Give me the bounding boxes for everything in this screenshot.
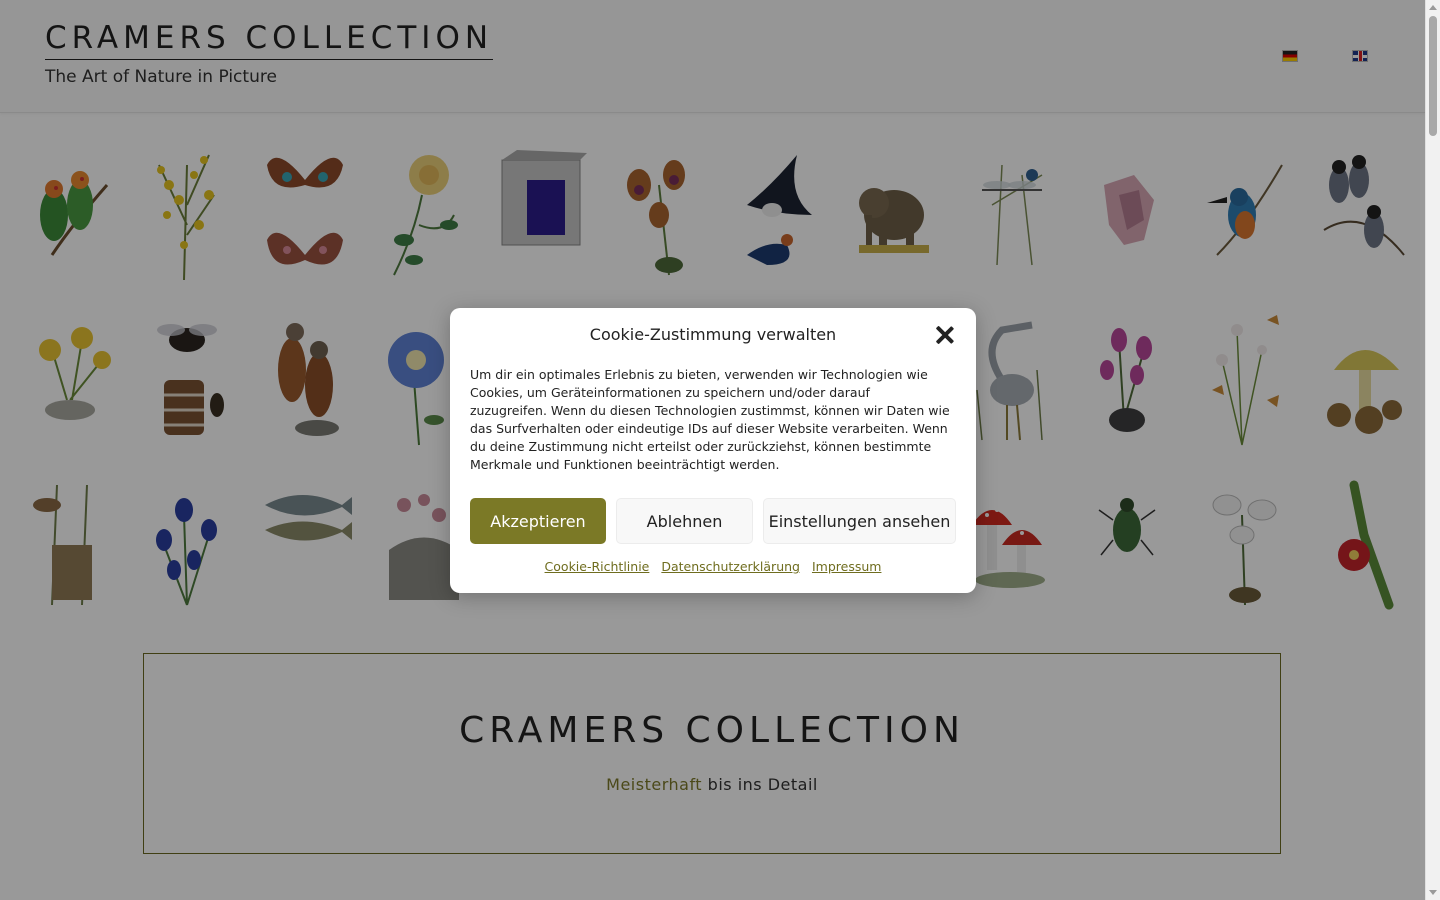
deny-button[interactable]: Ablehnen	[616, 498, 753, 544]
privacy-policy-link[interactable]: Datenschutzerklärung	[661, 559, 800, 574]
cookie-dialog-links: Cookie-Richtlinie Datenschutzerklärung I…	[450, 559, 976, 574]
cookie-policy-link[interactable]: Cookie-Richtlinie	[545, 559, 650, 574]
view-settings-button[interactable]: Einstellungen ansehen	[763, 498, 956, 544]
cookie-dialog-text: Um dir ein optimales Erlebnis zu bieten,…	[470, 367, 950, 472]
imprint-link[interactable]: Impressum	[812, 559, 881, 574]
close-icon[interactable]	[936, 326, 954, 344]
accept-button[interactable]: Akzeptieren	[470, 498, 606, 544]
scroll-down-icon[interactable]	[1429, 890, 1437, 895]
cookie-dialog-title: Cookie-Zustimmung verwalten	[589, 325, 837, 344]
scrollbar-thumb[interactable]	[1429, 16, 1437, 136]
cookie-consent-dialog: Cookie-Zustimmung verwalten Um dir ein o…	[450, 308, 976, 593]
scroll-up-icon[interactable]	[1429, 5, 1437, 10]
page-scrollbar[interactable]	[1425, 0, 1440, 900]
